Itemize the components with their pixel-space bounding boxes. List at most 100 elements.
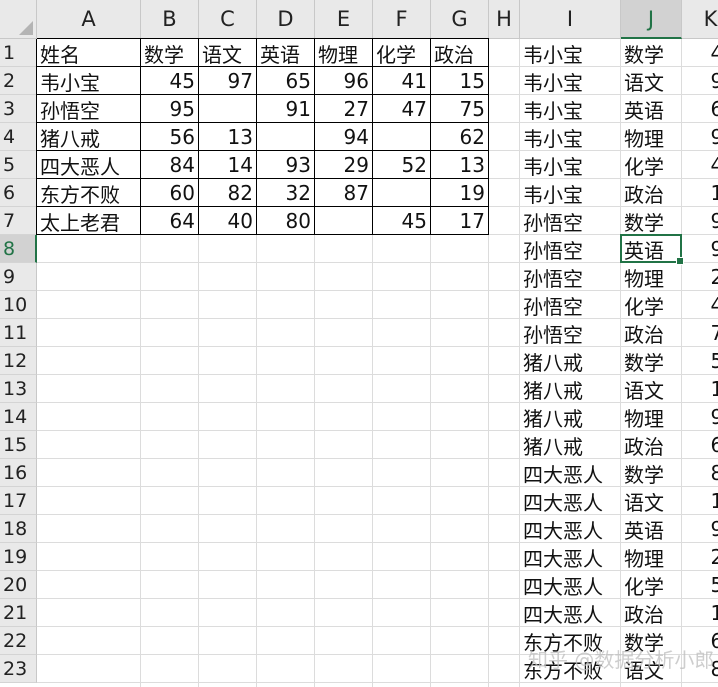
list-subject-cell[interactable]: 英语 xyxy=(621,95,682,123)
row-header-9[interactable]: 9 xyxy=(0,263,37,291)
score-cell[interactable]: 91 xyxy=(257,95,315,123)
list-score-cell[interactable]: 56 xyxy=(682,347,718,375)
list-subject-cell[interactable]: 数学 xyxy=(621,459,682,487)
row-header-3[interactable]: 3 xyxy=(0,95,37,123)
table-header-cell[interactable]: 化学 xyxy=(373,39,431,67)
spreadsheet-grid[interactable]: A B C D E F G H I J K 1 2 3 4 5 6 7 8 9 10 11 12 13 14 15 16 17 18 19… xyxy=(0,0,718,687)
list-subject-cell[interactable]: 化学 xyxy=(621,291,682,319)
list-name-cell[interactable]: 猪八戒 xyxy=(520,403,621,431)
row-header-21[interactable]: 21 xyxy=(0,599,37,627)
student-name-cell[interactable]: 东方不败 xyxy=(37,179,141,207)
score-cell[interactable]: 45 xyxy=(373,207,431,235)
table-header-cell[interactable]: 物理 xyxy=(315,39,373,67)
score-cell[interactable]: 56 xyxy=(141,123,199,151)
score-cell[interactable]: 96 xyxy=(315,67,373,95)
list-subject-cell[interactable]: 物理 xyxy=(621,263,682,291)
list-subject-cell[interactable]: 物理 xyxy=(621,123,682,151)
list-score-cell[interactable]: 94 xyxy=(682,403,718,431)
column-header-f[interactable]: F xyxy=(373,0,431,39)
list-name-cell[interactable]: 四大恶人 xyxy=(520,599,621,627)
table-header-cell[interactable]: 英语 xyxy=(257,39,315,67)
score-cell[interactable]: 14 xyxy=(199,151,257,179)
list-name-cell[interactable]: 孙悟空 xyxy=(520,319,621,347)
column-header-i[interactable]: I xyxy=(520,0,621,39)
list-score-cell[interactable]: 41 xyxy=(682,151,718,179)
row-header-17[interactable]: 17 xyxy=(0,487,37,515)
list-name-cell[interactable]: 孙悟空 xyxy=(520,235,621,263)
score-cell[interactable]: 97 xyxy=(199,67,257,95)
score-cell[interactable]: 32 xyxy=(257,179,315,207)
column-header-e[interactable]: E xyxy=(315,0,373,39)
score-cell[interactable]: 87 xyxy=(315,179,373,207)
list-subject-cell[interactable]: 化学 xyxy=(621,571,682,599)
list-name-cell[interactable]: 猪八戒 xyxy=(520,347,621,375)
row-header-8[interactable]: 8 xyxy=(0,235,37,263)
column-header-g[interactable]: G xyxy=(431,0,489,39)
list-name-cell[interactable]: 孙悟空 xyxy=(520,291,621,319)
score-cell[interactable] xyxy=(257,123,315,151)
row-header-10[interactable]: 10 xyxy=(0,291,37,319)
list-name-cell[interactable]: 四大恶人 xyxy=(520,459,621,487)
score-cell[interactable]: 84 xyxy=(141,151,199,179)
score-cell[interactable]: 41 xyxy=(373,67,431,95)
list-subject-cell[interactable]: 政治 xyxy=(621,319,682,347)
score-cell[interactable]: 95 xyxy=(141,95,199,123)
score-cell[interactable]: 62 xyxy=(431,123,489,151)
score-cell[interactable]: 94 xyxy=(315,123,373,151)
score-cell[interactable]: 13 xyxy=(431,151,489,179)
list-score-cell[interactable]: 62 xyxy=(682,431,718,459)
score-cell[interactable] xyxy=(373,179,431,207)
list-score-cell[interactable]: 27 xyxy=(682,263,718,291)
row-header-6[interactable]: 6 xyxy=(0,179,37,207)
list-score-cell[interactable]: 29 xyxy=(682,543,718,571)
list-subject-cell[interactable]: 数学 xyxy=(621,347,682,375)
list-name-cell[interactable]: 四大恶人 xyxy=(520,571,621,599)
score-cell[interactable]: 75 xyxy=(431,95,489,123)
row-header-20[interactable]: 20 xyxy=(0,571,37,599)
student-name-cell[interactable]: 孙悟空 xyxy=(37,95,141,123)
table-header-cell[interactable]: 数学 xyxy=(141,39,199,67)
list-score-cell[interactable]: 45 xyxy=(682,39,718,67)
score-cell[interactable]: 47 xyxy=(373,95,431,123)
score-cell[interactable]: 13 xyxy=(199,123,257,151)
list-name-cell[interactable]: 猪八戒 xyxy=(520,375,621,403)
row-header-5[interactable]: 5 xyxy=(0,151,37,179)
list-name-cell[interactable]: 孙悟空 xyxy=(520,263,621,291)
score-cell[interactable]: 40 xyxy=(199,207,257,235)
list-subject-cell[interactable]: 化学 xyxy=(621,151,682,179)
row-header-2[interactable]: 2 xyxy=(0,67,37,95)
list-score-cell[interactable]: 47 xyxy=(682,291,718,319)
column-header-c[interactable]: C xyxy=(199,0,257,39)
row-header-19[interactable]: 19 xyxy=(0,543,37,571)
score-cell[interactable] xyxy=(199,95,257,123)
list-subject-cell[interactable]: 物理 xyxy=(621,543,682,571)
score-cell[interactable]: 52 xyxy=(373,151,431,179)
column-header-h[interactable]: H xyxy=(489,0,520,39)
list-subject-cell[interactable]: 语文 xyxy=(621,375,682,403)
student-name-cell[interactable]: 太上老君 xyxy=(37,207,141,235)
row-header-22[interactable]: 22 xyxy=(0,627,37,655)
list-subject-cell[interactable]: 语文 xyxy=(621,67,682,95)
row-header-7[interactable]: 7 xyxy=(0,207,37,235)
score-cell[interactable] xyxy=(315,207,373,235)
list-subject-cell[interactable]: 政治 xyxy=(621,431,682,459)
score-cell[interactable]: 27 xyxy=(315,95,373,123)
row-header-1[interactable]: 1 xyxy=(0,39,37,67)
table-header-cell[interactable]: 姓名 xyxy=(37,39,141,67)
active-cell-selection[interactable] xyxy=(620,234,684,265)
score-cell[interactable]: 17 xyxy=(431,207,489,235)
score-cell[interactable]: 93 xyxy=(257,151,315,179)
score-cell[interactable]: 65 xyxy=(257,67,315,95)
list-subject-cell[interactable]: 语文 xyxy=(621,487,682,515)
score-cell[interactable]: 80 xyxy=(257,207,315,235)
score-cell[interactable]: 64 xyxy=(141,207,199,235)
column-header-k[interactable]: K xyxy=(682,0,718,39)
list-score-cell[interactable]: 96 xyxy=(682,123,718,151)
table-header-cell[interactable]: 政治 xyxy=(431,39,489,67)
list-score-cell[interactable]: 65 xyxy=(682,95,718,123)
list-subject-cell[interactable]: 政治 xyxy=(621,179,682,207)
list-score-cell[interactable]: 13 xyxy=(682,375,718,403)
row-header-18[interactable]: 18 xyxy=(0,515,37,543)
list-name-cell[interactable]: 四大恶人 xyxy=(520,487,621,515)
list-name-cell[interactable]: 孙悟空 xyxy=(520,207,621,235)
